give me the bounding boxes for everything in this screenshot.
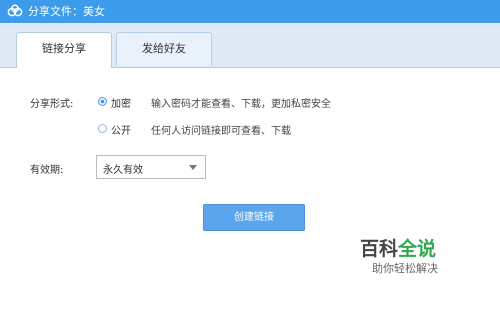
share-form-label: 分享形式: [30, 99, 74, 110]
public-option-label[interactable]: 公开 [111, 122, 131, 137]
create-link-button[interactable]: 创建链接 [203, 204, 305, 231]
validity-dropdown[interactable]: 永久有效 [96, 155, 206, 179]
watermark: 百科全说 助你轻松解决 [360, 238, 470, 276]
chevron-down-icon [189, 165, 197, 170]
title-bar: 分享文件：美女 [0, 0, 500, 23]
tab-link-share[interactable]: 链接分享 [16, 32, 112, 68]
public-option-desc: 任何人访问链接即可查看、下载 [151, 126, 291, 137]
encrypted-option-desc: 输入密码才能查看、下载，更加私密安全 [151, 99, 331, 110]
tab-send-to-friends[interactable]: 发给好友 [116, 32, 212, 66]
share-panel: 分享形式: 加密 输入密码才能查看、下载，更加私密安全 公开 任何人访问链接即可… [0, 68, 500, 315]
watermark-title-part2: 全说 [398, 238, 437, 260]
watermark-title: 百科全说 [360, 238, 470, 260]
watermark-subtitle: 助你轻松解决 [372, 262, 438, 275]
encrypted-option-label[interactable]: 加密 [111, 95, 131, 110]
encrypted-radio[interactable] [98, 97, 107, 106]
public-radio[interactable] [98, 124, 107, 133]
cloud-logo-icon [7, 4, 23, 17]
tab-strip: 链接分享 发给好友 [0, 23, 500, 68]
window-title: 分享文件：美女 [28, 5, 105, 18]
validity-label: 有效期: [30, 165, 64, 176]
watermark-title-part1: 百科 [360, 238, 399, 260]
validity-selected-value: 永久有效 [103, 165, 143, 176]
